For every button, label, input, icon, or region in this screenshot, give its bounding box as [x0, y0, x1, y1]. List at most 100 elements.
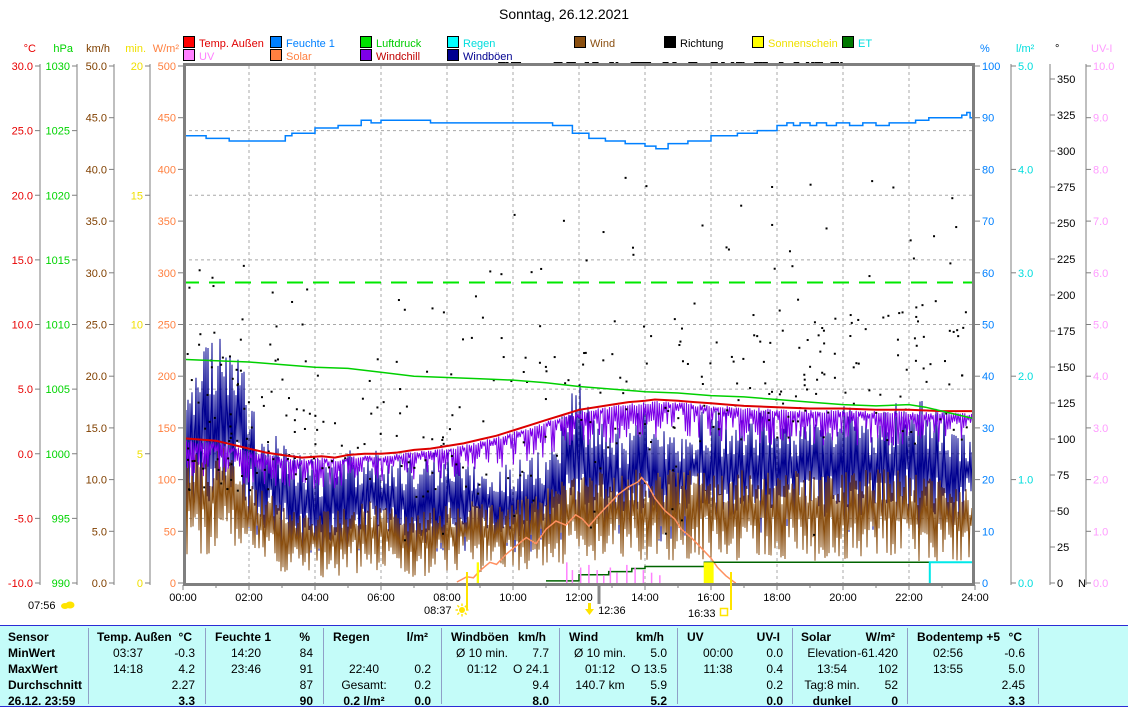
table-cell: 0.2	[682, 677, 788, 693]
direction-dot	[823, 330, 825, 332]
stat-time: 01:12	[564, 661, 636, 677]
axis-tick-label: 90	[982, 113, 994, 125]
direction-dot	[804, 384, 806, 386]
column-unit: km/h	[636, 629, 664, 645]
stat-time: Ø 10 min.	[446, 645, 518, 661]
stat-value: 0.0	[766, 645, 783, 661]
direction-dot	[344, 457, 346, 459]
stat-time: Tag:8 min.	[796, 677, 868, 693]
direction-dot	[816, 379, 818, 381]
axis-tick-label: 150	[158, 423, 176, 435]
column-name: Solar	[801, 629, 831, 645]
axis-tick-label: 25	[1057, 542, 1069, 554]
stat-value: 2.45	[1002, 677, 1025, 693]
stat-value: 5.0	[650, 645, 667, 661]
time-label: 00:00	[169, 592, 197, 604]
direction-dot	[369, 478, 371, 480]
direction-dot	[756, 335, 758, 337]
table-cell: Elevation-61.420	[796, 645, 903, 661]
direction-dot	[955, 226, 957, 228]
direction-dot	[868, 275, 870, 277]
direction-dot	[809, 366, 811, 368]
direction-dot	[554, 356, 556, 358]
direction-dot	[303, 409, 305, 411]
axis-tick-label: 5.0	[18, 384, 33, 396]
stat-time: 03:37	[92, 645, 164, 661]
axis-tick-label: 45.0	[86, 113, 107, 125]
table-separator	[559, 628, 560, 704]
direction-dot	[202, 468, 204, 470]
time-label: 06:00	[367, 592, 395, 604]
direction-dot	[545, 370, 547, 372]
weather-day-report: Sonntag, 26.12.2021 Temp. AußenFeuchte 1…	[0, 0, 1128, 709]
direction-dot	[370, 413, 372, 415]
axis-tick-label: 5.0	[1018, 61, 1033, 73]
direction-dot	[305, 360, 307, 362]
direction-dot	[489, 270, 491, 272]
axis-tick-label: 75	[1057, 470, 1069, 482]
direction-dot	[769, 342, 771, 344]
direction-dot	[539, 325, 541, 327]
direction-dot	[713, 426, 715, 428]
direction-dot	[377, 358, 379, 360]
direction-dot	[914, 443, 916, 445]
direction-dot	[701, 376, 703, 378]
direction-dot	[694, 303, 696, 305]
direction-dot	[949, 262, 951, 264]
time-label: 02:00	[235, 592, 263, 604]
sunrise-sun-icon	[455, 603, 469, 617]
direction-dot	[188, 488, 190, 490]
row-label: 26.12. 23:59	[8, 693, 88, 709]
table-cell: 3.3	[912, 693, 1030, 709]
column-name: Wind	[569, 629, 598, 645]
direction-dot	[199, 333, 201, 335]
direction-dot	[243, 265, 245, 267]
direction-dot	[408, 461, 410, 463]
direction-dot	[459, 406, 461, 408]
direction-dot	[240, 339, 242, 341]
direction-dot	[450, 373, 452, 375]
direction-dot	[791, 265, 793, 267]
stat-time: 22:40	[328, 661, 400, 677]
stat-value: 90	[300, 693, 313, 709]
axis-tick-label: 450	[158, 113, 176, 125]
direction-dot	[815, 393, 817, 395]
axis-tick-label: 100	[982, 61, 1000, 73]
direction-dot	[865, 328, 867, 330]
direction-dot	[482, 420, 484, 422]
table-separator	[792, 628, 793, 704]
direction-dot	[564, 382, 566, 384]
direction-dot	[413, 467, 415, 469]
direction-dot	[285, 415, 287, 417]
axis-tick-label: 50.0	[86, 61, 107, 73]
direction-dot	[649, 448, 651, 450]
direction-dot	[650, 441, 652, 443]
direction-dot	[622, 392, 624, 394]
direction-dot	[237, 383, 239, 385]
axis-tick-label: 4.0	[1018, 164, 1033, 176]
direction-dot	[291, 301, 293, 303]
direction-dot	[738, 399, 740, 401]
direction-dot	[334, 422, 336, 424]
table-cell: 13:54102	[796, 661, 903, 677]
direction-dot	[396, 435, 398, 437]
table-separator	[441, 628, 442, 704]
direction-dot	[431, 472, 433, 474]
direction-dot	[787, 416, 789, 418]
axis-tick-label: 175	[1057, 326, 1075, 338]
direction-dot	[567, 379, 569, 381]
direction-dot	[625, 408, 627, 410]
row-label: MinWert	[8, 645, 88, 661]
stat-time: 140.7 km	[564, 677, 636, 693]
column-unit: km/h	[518, 629, 546, 645]
axis-tick-label: 25.0	[12, 126, 33, 138]
direction-dot	[742, 358, 744, 360]
axis-tick-label: 30.0	[12, 61, 33, 73]
direction-dot	[406, 406, 408, 408]
direction-dot	[331, 460, 333, 462]
table-separator	[677, 628, 678, 704]
direction-dot	[423, 436, 425, 438]
stat-value: -0.3	[174, 645, 195, 661]
direction-dot	[442, 533, 444, 535]
direction-dot	[563, 220, 565, 222]
